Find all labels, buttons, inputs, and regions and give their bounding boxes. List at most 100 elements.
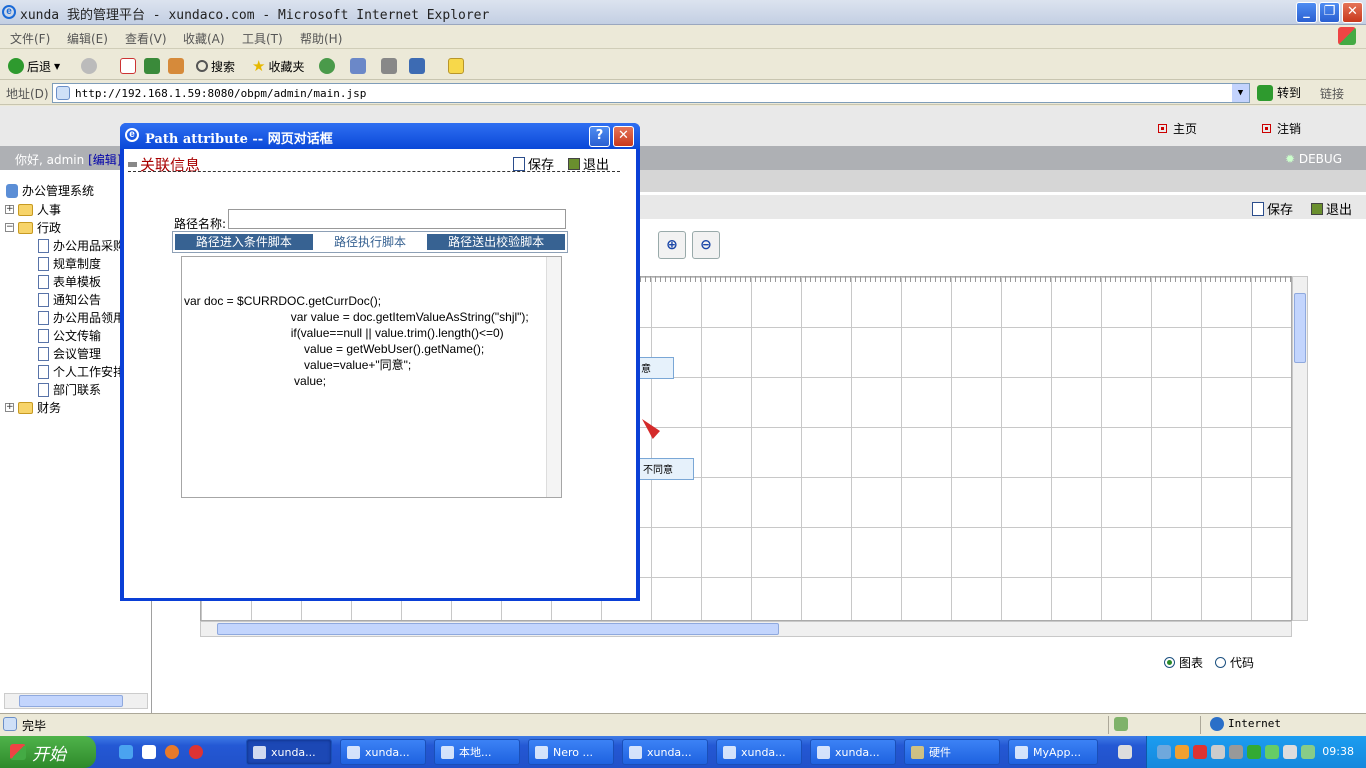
sidebar-hscrollbar[interactable]: [4, 693, 148, 709]
mail-quicklaunch-icon[interactable]: [142, 745, 156, 759]
close-button[interactable]: ✕: [1342, 2, 1363, 23]
mail-icon[interactable]: [350, 58, 366, 74]
qq-icon[interactable]: [1175, 745, 1189, 759]
usb-icon[interactable]: [1301, 745, 1315, 759]
taskbar-item[interactable]: 硬件: [904, 739, 1000, 765]
tree-item-doc[interactable]: 规章制度: [38, 255, 101, 272]
edit-page-icon[interactable]: [409, 58, 425, 74]
tree-item-finance[interactable]: + 财务: [5, 399, 61, 416]
minimize-button[interactable]: _: [1296, 2, 1317, 23]
note-icon[interactable]: [448, 58, 464, 74]
tree-item-label: 部门联系: [53, 383, 102, 397]
taskbar-item[interactable]: xunda...: [246, 739, 332, 765]
tab-enter-condition-script[interactable]: 路径进入条件脚本: [175, 234, 313, 250]
tree-item-doc[interactable]: 部门联系: [38, 381, 101, 398]
tree-item-doc[interactable]: 办公用品采购: [38, 237, 125, 254]
system-tray: 09:38: [1146, 736, 1366, 768]
home-icon[interactable]: [168, 58, 184, 74]
print-icon[interactable]: [381, 58, 397, 74]
firefox-icon[interactable]: [165, 745, 179, 759]
scrollbar-thumb[interactable]: [19, 695, 123, 707]
flow-node-reject[interactable]: 不同意: [638, 458, 694, 480]
tree-item-doc[interactable]: 表单模板: [38, 273, 101, 290]
window-titlebar[interactable]: e xunda 我的管理平台 - xundaco.com - Microsoft…: [0, 0, 1366, 25]
canvas-hscrollbar[interactable]: [200, 621, 1292, 637]
tree-item-admin[interactable]: − 行政: [5, 219, 61, 236]
view-chart-label: 图表: [1179, 656, 1204, 670]
taskbar-item[interactable]: xunda...: [716, 739, 802, 765]
collapse-icon[interactable]: −: [5, 223, 14, 232]
stop-icon[interactable]: [120, 58, 136, 74]
taskbar-item[interactable]: xunda...: [340, 739, 426, 765]
flow-node-approve[interactable]: 意: [636, 357, 674, 379]
dialog-titlebar[interactable]: e Path attribute -- 网页对话框 ? ✕: [120, 123, 640, 149]
path-name-input[interactable]: [228, 209, 566, 229]
tree-root[interactable]: 办公管理系统: [6, 182, 94, 199]
menu-edit[interactable]: 编辑(E): [67, 30, 108, 47]
taskbar-item[interactable]: MyApp...: [1008, 739, 1098, 765]
script-editor[interactable]: var doc = $CURRDOC.getCurrDoc(); var val…: [181, 256, 562, 498]
scrollbar-thumb[interactable]: [217, 623, 779, 635]
expand-icon[interactable]: +: [5, 205, 14, 214]
view-code-radio[interactable]: 代码: [1215, 654, 1254, 671]
save-icon: [1252, 201, 1264, 216]
editor-vscrollbar[interactable]: [546, 257, 561, 497]
tree-item-doc[interactable]: 通知公告: [38, 291, 101, 308]
tray-icon[interactable]: [1229, 745, 1243, 759]
tab-execute-script[interactable]: 路径执行脚本: [322, 234, 418, 250]
refresh-icon[interactable]: [144, 58, 160, 74]
address-input[interactable]: http://192.168.1.59:8080/obpm/admin/main…: [52, 83, 1250, 103]
shield-icon[interactable]: [1247, 745, 1261, 759]
tree-item-hr[interactable]: + 人事: [5, 201, 61, 218]
menu-help[interactable]: 帮助(H): [300, 30, 342, 47]
tree-item-doc[interactable]: 办公用品领用: [38, 309, 125, 326]
back-button[interactable]: 后退 ▼: [8, 56, 60, 76]
menu-tools[interactable]: 工具(T): [242, 30, 283, 47]
taskbar-item-label: 本地...: [459, 746, 492, 759]
taskbar-item[interactable]: xunda...: [810, 739, 896, 765]
expand-icon[interactable]: +: [5, 403, 14, 412]
links-label[interactable]: 链接: [1320, 85, 1344, 102]
tab-exit-validation-script[interactable]: 路径送出校验脚本: [427, 234, 565, 250]
go-label: 转到: [1277, 86, 1302, 100]
search-button[interactable]: 搜索: [196, 56, 235, 76]
network-icon[interactable]: [1211, 745, 1225, 759]
taskbar-item[interactable]: xunda...: [622, 739, 708, 765]
zoom-in-button[interactable]: ⊕: [658, 231, 686, 259]
nero-icon[interactable]: [189, 745, 203, 759]
menu-favorites[interactable]: 收藏(A): [183, 30, 225, 47]
zoom-out-button[interactable]: ⊖: [692, 231, 720, 259]
speaker-icon[interactable]: [1283, 745, 1297, 759]
canvas-vscrollbar[interactable]: [1292, 276, 1308, 621]
menu-view[interactable]: 查看(V): [125, 30, 167, 47]
scrollbar-thumb[interactable]: [1294, 293, 1306, 363]
tree-item-doc[interactable]: 公文传输: [38, 327, 101, 344]
go-button[interactable]: 转到: [1257, 84, 1301, 101]
restore-button[interactable]: ❐: [1319, 2, 1340, 23]
taskbar-item[interactable]: Nero ...: [528, 739, 614, 765]
debug-link[interactable]: ✹ DEBUG: [1285, 152, 1342, 166]
home-link[interactable]: 主页: [1158, 120, 1197, 137]
tree-item-doc[interactable]: 会议管理: [38, 345, 101, 362]
antivirus-icon[interactable]: [1193, 745, 1207, 759]
logout-link[interactable]: 注销: [1262, 120, 1301, 137]
view-chart-radio[interactable]: 图表: [1164, 654, 1203, 671]
help-button[interactable]: ?: [589, 126, 610, 147]
tray-icon[interactable]: [1157, 745, 1171, 759]
greeting: 你好, admin [编辑]: [15, 151, 121, 168]
forward-icon[interactable]: [81, 58, 97, 74]
address-dropdown-icon[interactable]: ▼: [1232, 84, 1249, 102]
taskbar-item[interactable]: 本地...: [434, 739, 520, 765]
security-icon[interactable]: [1265, 745, 1279, 759]
start-button[interactable]: 开始: [0, 736, 96, 768]
dialog-close-button[interactable]: ✕: [613, 126, 634, 147]
favorites-button[interactable]: ★ 收藏夹: [252, 56, 304, 76]
history-icon[interactable]: [319, 58, 335, 74]
tree-item-doc[interactable]: 个人工作安排: [38, 363, 125, 380]
edit-profile-link[interactable]: [编辑]: [88, 153, 121, 167]
ie-quicklaunch-icon[interactable]: [119, 745, 133, 759]
keyboard-icon[interactable]: [1118, 745, 1132, 759]
exit-button[interactable]: 退出: [1311, 199, 1352, 218]
menu-file[interactable]: 文件(F): [10, 30, 50, 47]
save-button[interactable]: 保存: [1252, 199, 1293, 218]
